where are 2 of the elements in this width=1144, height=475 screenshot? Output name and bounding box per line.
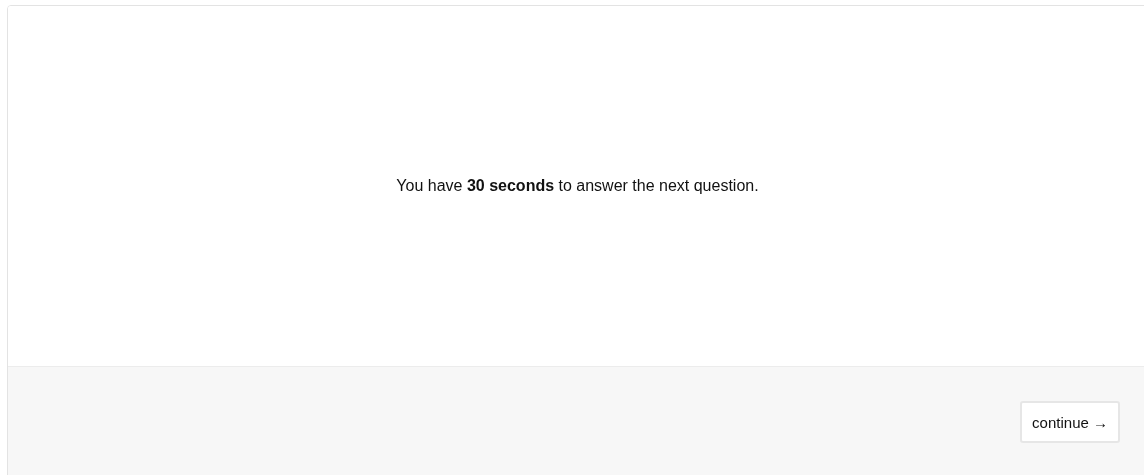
continue-button[interactable]: continue → [1020,401,1120,443]
instruction-text: You have 30 seconds to answer the next question. [396,177,759,195]
